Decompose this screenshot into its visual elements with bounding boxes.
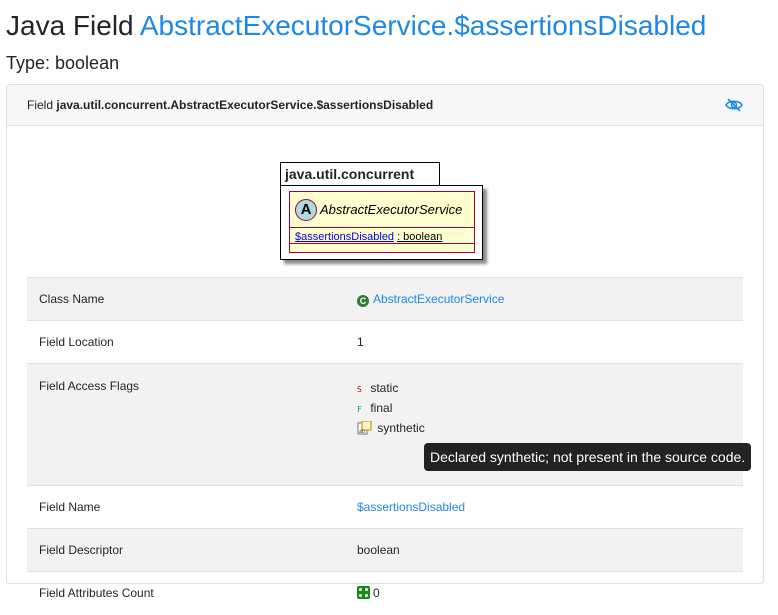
card-header-prefix: Field bbox=[27, 98, 54, 112]
card-header: Field java.util.concurrent.AbstractExecu… bbox=[7, 85, 763, 126]
package-name: java.util.concurrent bbox=[280, 162, 440, 186]
synthetic-tooltip: Declared synthetic; not present in the s… bbox=[424, 443, 752, 471]
abstract-class-badge: A bbox=[295, 199, 317, 221]
table-row: Class Name C AbstractExecutorService bbox=[27, 277, 743, 321]
uml-field-type: : boolean bbox=[397, 231, 443, 243]
eye-slash-icon[interactable] bbox=[725, 98, 743, 112]
class-header: A AbstractExecutorService bbox=[290, 192, 474, 228]
row-label: Field Name bbox=[27, 485, 345, 529]
flag-final: F final bbox=[357, 399, 731, 419]
svg-text:ab: ab bbox=[359, 429, 365, 435]
row-value: $assertionsDisabled bbox=[345, 485, 743, 529]
dice-icon bbox=[357, 586, 370, 600]
class-name-link[interactable]: AbstractExecutorService bbox=[373, 292, 504, 306]
static-icon: S bbox=[357, 385, 362, 394]
flag-synthetic[interactable]: ab synthetic bbox=[357, 419, 731, 437]
final-icon: F bbox=[357, 405, 362, 414]
row-label: Field Location bbox=[27, 320, 345, 364]
class-icon: C bbox=[357, 294, 369, 307]
synthetic-icon: ab bbox=[357, 420, 372, 435]
card-header-field-name: java.util.concurrent.AbstractExecutorSer… bbox=[56, 98, 434, 112]
row-value: boolean bbox=[345, 528, 743, 572]
row-label: Field Attributes Count bbox=[27, 571, 345, 615]
table-row: Field Location 1 bbox=[27, 320, 743, 364]
uml-field-link[interactable]: $assertionsDisabled bbox=[295, 231, 394, 243]
attr-count-value: 0 bbox=[373, 586, 380, 601]
flag-label: static bbox=[370, 381, 399, 395]
row-value: C AbstractExecutorService bbox=[345, 277, 743, 321]
table-row: Field Attributes Count 0 bbox=[27, 571, 743, 615]
field-name-link[interactable]: $assertionsDisabled bbox=[357, 500, 465, 514]
class-box: A AbstractExecutorService $assertionsDis… bbox=[289, 191, 475, 253]
page-title-link[interactable]: AbstractExecutorService.$assertionsDisab… bbox=[140, 10, 706, 41]
row-value: 0 bbox=[345, 571, 743, 615]
field-type-label: Type: boolean bbox=[6, 53, 120, 73]
row-label: Field Access Flags bbox=[27, 363, 345, 486]
flag-label: synthetic bbox=[377, 421, 425, 435]
page-title: Java Field AbstractExecutorService.$asse… bbox=[6, 8, 706, 44]
table-row: Field Name $assertionsDisabled bbox=[27, 485, 743, 529]
page-title-prefix: Java Field bbox=[6, 10, 134, 41]
flag-static: S static bbox=[357, 379, 731, 399]
package-box: A AbstractExecutorService $assertionsDis… bbox=[280, 185, 483, 260]
uml-class-name: AbstractExecutorService bbox=[320, 202, 463, 217]
row-label: Field Descriptor bbox=[27, 528, 345, 572]
class-field-row: $assertionsDisabled: boolean bbox=[290, 228, 474, 244]
table-row: Field Descriptor boolean bbox=[27, 528, 743, 572]
row-value: 1 bbox=[345, 320, 743, 364]
flag-label: final bbox=[370, 401, 393, 415]
row-label: Class Name bbox=[27, 277, 345, 321]
